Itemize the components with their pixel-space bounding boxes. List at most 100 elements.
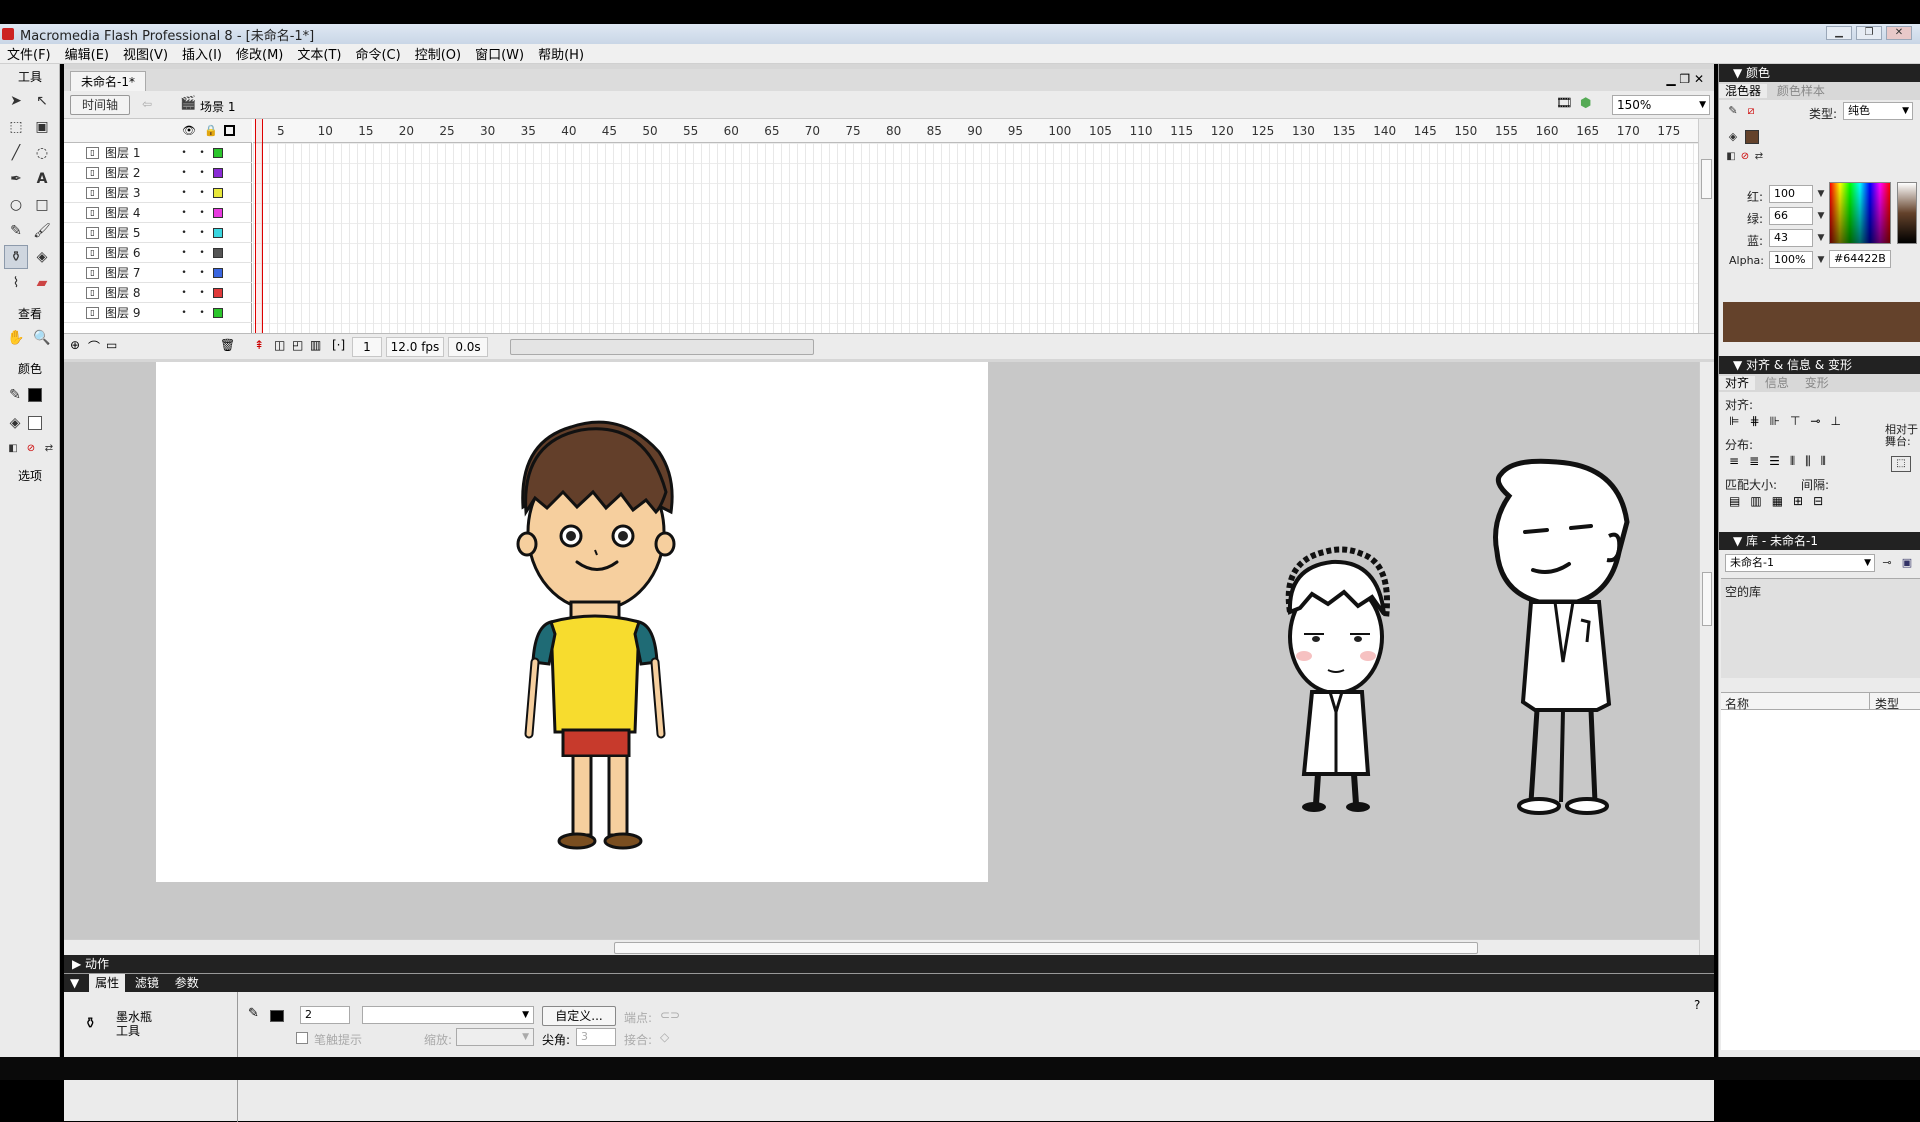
menu-window[interactable]: 窗口(W) [468, 44, 531, 63]
add-folder-icon[interactable]: ▭ [106, 338, 117, 352]
menu-modify[interactable]: 修改(M) [229, 44, 290, 63]
layer-row[interactable]: ▯ 图层 7 • • [64, 263, 252, 283]
to-stage-button[interactable]: ⬚ [1891, 456, 1911, 472]
outline-icon[interactable] [224, 125, 235, 136]
blue-chevron-icon[interactable]: ▼ [1813, 231, 1829, 245]
hand-icon[interactable]: ✋ [4, 326, 28, 350]
timeline-hscroll-thumb[interactable] [510, 339, 814, 355]
text-icon[interactable]: A [30, 167, 54, 191]
menu-file[interactable]: 文件(F) [0, 44, 58, 63]
menu-help[interactable]: 帮助(H) [531, 44, 591, 63]
layer-outline-color[interactable] [213, 307, 223, 318]
layer-visibility-dot[interactable]: • [175, 308, 193, 318]
add-guide-icon[interactable]: ⌒ [88, 338, 100, 355]
maximize-button[interactable]: ❐ [1856, 26, 1882, 40]
green-chevron-icon[interactable]: ▼ [1813, 209, 1829, 223]
no-color-icon[interactable]: ⊘ [24, 441, 38, 455]
collapse-arrow-icon[interactable]: ▼ [64, 974, 85, 992]
stroke-color-swatch[interactable] [28, 388, 42, 402]
stage-area[interactable] [64, 362, 1699, 955]
layer-lock-dot[interactable]: • [193, 308, 211, 318]
new-library-icon[interactable]: ▣ [1899, 556, 1915, 570]
playhead[interactable] [255, 119, 263, 359]
stage-hscroll-thumb[interactable] [614, 942, 1478, 954]
layer-row[interactable]: ▯ 图层 8 • • [64, 283, 252, 303]
stroke-pencil-icon[interactable]: ✎ [1725, 104, 1741, 118]
stroke-style-select[interactable]: ▼ [362, 1006, 534, 1024]
free-transform-icon[interactable]: ⬚ [4, 115, 28, 139]
tab-filters[interactable]: 滤镜 [129, 974, 165, 992]
layer-outline-color[interactable] [213, 247, 223, 258]
layer-row[interactable]: ▯ 图层 5 • • [64, 223, 252, 243]
boy-character[interactable] [511, 412, 681, 757]
layer-row[interactable]: ▯ 图层 2 • • [64, 163, 252, 183]
layer-lock-dot[interactable]: • [193, 288, 211, 298]
distribute-bottom-icon[interactable]: ☰ [1769, 454, 1780, 469]
eyedropper-icon[interactable]: ⌇ [4, 271, 28, 295]
layer-visibility-dot[interactable]: • [175, 148, 193, 158]
alpha-chevron-icon[interactable]: ▼ [1813, 253, 1829, 267]
menu-text[interactable]: 文本(T) [290, 44, 348, 63]
fill-color-swatch[interactable] [28, 416, 42, 430]
stage[interactable] [156, 362, 988, 882]
curly-man-sketch[interactable] [1274, 542, 1404, 812]
custom-button[interactable]: 自定义... [542, 1006, 616, 1026]
layer-outline-color[interactable] [213, 287, 223, 298]
edit-scene-icon[interactable]: 🎞 [1556, 96, 1573, 111]
layer-lock-dot[interactable]: • [193, 148, 211, 158]
distribute-right-icon[interactable]: ⫴ [1821, 454, 1826, 469]
help-icon[interactable]: ? [1694, 998, 1700, 1012]
stage-vscroll-thumb[interactable] [1702, 572, 1712, 626]
lasso-icon[interactable]: ◌ [30, 141, 54, 165]
close-button[interactable]: ✕ [1886, 26, 1912, 40]
oval-icon[interactable]: ○ [4, 193, 28, 217]
layer-lock-dot[interactable]: • [193, 208, 211, 218]
library-panel-header[interactable]: ▼ 库 - 未命名-1 [1719, 532, 1920, 550]
endpoint-icon[interactable]: ⊂⊃ [660, 1008, 680, 1022]
align-left-icon[interactable]: ⊫ [1729, 414, 1739, 428]
layer-visibility-dot[interactable]: • [175, 288, 193, 298]
ink-bottle-icon[interactable]: ⚱ [4, 245, 28, 269]
delete-layer-icon[interactable]: 🗑 [220, 338, 235, 352]
layer-lock-dot[interactable]: • [193, 188, 211, 198]
align-right-icon[interactable]: ⊪ [1770, 414, 1780, 428]
edit-multiple-icon[interactable]: ▥ [310, 338, 321, 352]
layer-visibility-dot[interactable]: • [175, 168, 193, 178]
onion-markers-icon[interactable]: [·] [332, 338, 345, 352]
swap-colors-icon[interactable]: ⇄ [42, 441, 56, 455]
onion-skin-icon[interactable]: ◫ [274, 338, 285, 352]
edit-symbol-icon[interactable]: ⬢ [1580, 96, 1591, 111]
layer-outline-color[interactable] [213, 267, 223, 278]
brush-icon[interactable]: 🖌 [30, 219, 54, 243]
layer-row[interactable]: ▯ 图层 1 • • [64, 143, 252, 163]
layer-visibility-dot[interactable]: • [175, 188, 193, 198]
menu-edit[interactable]: 编辑(E) [58, 44, 116, 63]
stroke-hint-checkbox[interactable] [296, 1032, 308, 1044]
align-top-icon[interactable]: ⊤ [1790, 414, 1800, 428]
stage-hscroll[interactable] [64, 939, 1699, 955]
menu-view[interactable]: 视图(V) [116, 44, 175, 63]
layer-row[interactable]: ▯ 图层 3 • • [64, 183, 252, 203]
select-arrow-icon[interactable]: ➤ [4, 89, 28, 113]
distribute-hcenter-icon[interactable]: ⫼ [1805, 454, 1811, 469]
add-layer-icon[interactable]: ⊕ [70, 338, 80, 352]
distribute-top-icon[interactable]: ≡ [1729, 454, 1739, 469]
pencil-icon[interactable]: ✎ [4, 219, 28, 243]
match-height-icon[interactable]: ▥ [1750, 494, 1761, 508]
tall-man-sketch[interactable] [1479, 452, 1639, 822]
subselect-icon[interactable]: ↖ [30, 89, 54, 113]
layer-lock-dot[interactable]: • [193, 228, 211, 238]
layer-lock-dot[interactable]: • [193, 248, 211, 258]
no-stroke-icon[interactable]: ⧄ [1743, 104, 1759, 118]
library-doc-select[interactable]: 未命名-1 ▼ [1725, 554, 1875, 572]
tab-align[interactable]: 对齐 [1719, 376, 1756, 390]
timeline-vscroll-thumb[interactable] [1701, 159, 1712, 199]
align-vcenter-icon[interactable]: ⊸ [1810, 414, 1820, 428]
distribute-vcenter-icon[interactable]: ≣ [1749, 454, 1759, 469]
eye-icon[interactable]: 👁 [182, 124, 196, 137]
layer-row[interactable]: ▯ 图层 4 • • [64, 203, 252, 223]
layer-visibility-dot[interactable]: • [175, 248, 193, 258]
color-spectrum[interactable] [1829, 182, 1891, 244]
match-width-icon[interactable]: ▤ [1729, 494, 1740, 508]
layer-lock-dot[interactable]: • [193, 268, 211, 278]
